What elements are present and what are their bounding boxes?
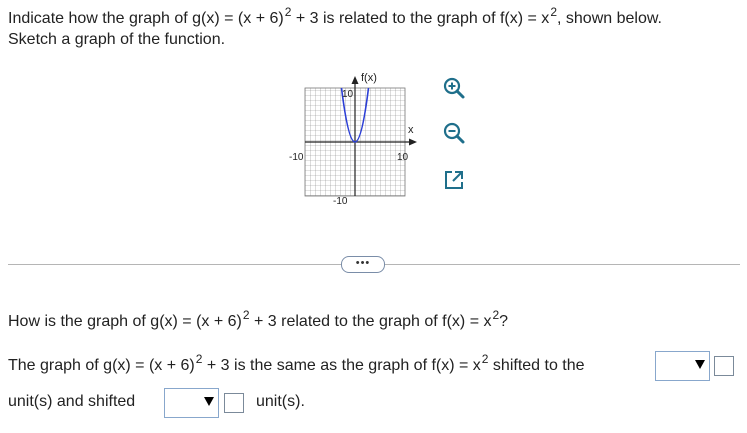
x-axis-label: x <box>408 124 414 136</box>
x-axis-arrow <box>409 138 417 146</box>
popout-icon[interactable] <box>442 168 466 192</box>
answer-line-2-suffix: unit(s). <box>256 393 305 410</box>
more-options-button[interactable]: ••• <box>341 256 385 273</box>
question-text-part3: , shown below. <box>557 10 662 27</box>
answer-exponent-1: 2 <box>195 352 203 366</box>
question-exponent-2: 2 <box>550 5 557 19</box>
sub-question-part2: + 3 related to the graph of f(x) = x <box>249 313 492 330</box>
y-tick-top: 10 <box>342 89 354 100</box>
sub-question-part1: How is the graph of g(x) = (x + 6) <box>8 313 242 330</box>
zoom-in-icon[interactable] <box>442 76 466 100</box>
sub-question-part3: ? <box>499 313 509 330</box>
x-tick-right: 10 <box>397 152 409 163</box>
question-line-2: Sketch a graph of the function. <box>8 31 226 48</box>
answer-line-1: The graph of g(x) = (x + 6)2 + 3 is the … <box>8 352 585 376</box>
direction-dropdown-2[interactable] <box>164 388 219 418</box>
chevron-down-icon <box>204 397 214 406</box>
function-graph[interactable]: f(x) 10 -10 -10 10 x <box>285 70 435 210</box>
sub-question: How is the graph of g(x) = (x + 6)2 + 3 … <box>8 308 509 332</box>
question-line-1: Indicate how the graph of g(x) = (x + 6)… <box>8 5 662 29</box>
sub-question-exponent-2: 2 <box>492 308 500 322</box>
answer-part1: The graph of g(x) = (x + 6) <box>8 357 195 374</box>
question-text-part1: Indicate how the graph of g(x) = (x + 6) <box>8 10 284 27</box>
y-axis-label: f(x) <box>361 72 377 84</box>
question-exponent-1: 2 <box>284 5 292 19</box>
answer-part2: + 3 is the same as the graph of f(x) = x <box>202 357 481 374</box>
answer-part3: shifted to the <box>488 357 585 374</box>
units-input-1[interactable] <box>714 356 734 376</box>
chevron-down-icon <box>695 360 705 369</box>
x-tick-left: -10 <box>289 152 304 163</box>
y-tick-bottom: -10 <box>333 196 348 207</box>
answer-line-2-label: unit(s) and shifted <box>8 393 136 410</box>
answer-exponent-2: 2 <box>481 352 489 366</box>
question-text-part2: + 3 is related to the graph of f(x) = x <box>291 10 550 27</box>
y-axis-arrow <box>351 76 359 84</box>
sub-question-exponent-1: 2 <box>242 308 250 322</box>
direction-dropdown-1[interactable] <box>655 351 710 381</box>
units-input-2[interactable] <box>224 393 244 413</box>
zoom-out-icon[interactable] <box>442 121 466 145</box>
